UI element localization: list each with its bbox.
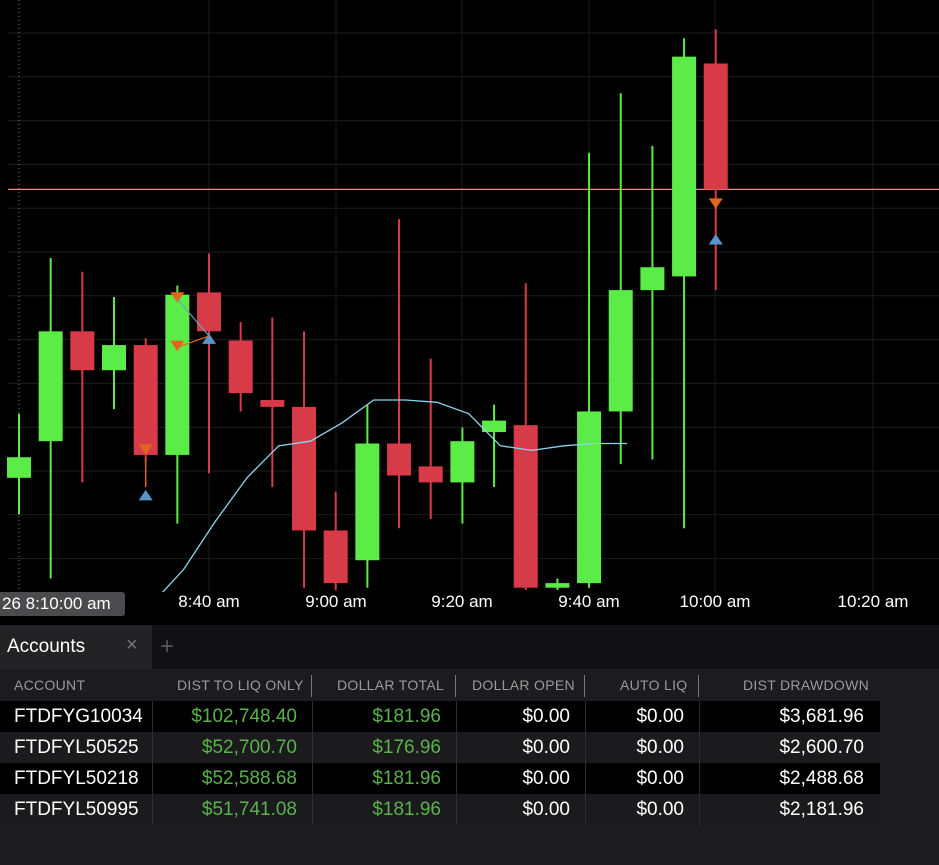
candle-up [577,411,602,584]
candle-up [102,345,127,371]
x-tick-label: 8:40 am [178,592,240,611]
dist-drawdown-value: $2,488.68 [779,768,864,789]
candle-up [355,443,380,561]
column-header-dollar-total[interactable]: DOLLAR TOTAL [337,669,444,701]
candle-up [38,331,63,442]
column-resize-handle[interactable] [311,675,312,697]
auto-liq-value: $0.00 [636,768,684,789]
candle-up [165,294,190,455]
candle-up [545,583,570,588]
candle-down [418,466,443,483]
accounts-table-header: ACCOUNT DIST TO LIQ ONLY DOLLAR TOTAL DO… [0,669,880,701]
account-row[interactable]: FTDFYL50525 $52,700.70 $176.96 $0.00 $0.… [0,732,880,763]
accounts-panel: Accounts × + ACCOUNT DIST TO LIQ ONLY DO… [0,625,939,865]
candle-down [387,443,412,476]
x-tick-label: 10:20 am [837,592,909,611]
candle-up [672,56,697,277]
column-header-account[interactable]: ACCOUNT [14,669,85,701]
panel-tab-bar: Accounts × + [0,625,939,669]
candle-up [450,441,475,483]
x-tick-label: 10:00 am [679,592,751,611]
dollar-total-value: $181.96 [372,799,441,820]
dist-drawdown-value: $3,681.96 [779,706,864,727]
dist-to-liq-value: $52,588.68 [201,768,297,789]
crosshair-time-label: 26 8:10:00 am [0,592,125,616]
column-header-dist-to-liq[interactable]: DIST TO LIQ ONLY [177,669,304,701]
column-header-dollar-open[interactable]: DOLLAR OPEN [472,669,575,701]
buy-marker-icon [202,333,217,344]
chart-plot-area[interactable] [0,0,939,592]
close-icon[interactable]: × [126,634,138,657]
candle-down [703,63,728,190]
candle-up [640,267,665,291]
dist-to-liq-value: $51,741.08 [201,799,297,820]
account-row[interactable]: FTDFYG10034 $102,748.40 $181.96 $0.00 $0… [0,701,880,732]
account-id: FTDFYL50995 [14,799,139,820]
buy-marker-icon [138,489,153,501]
account-row[interactable]: FTDFYL50218 $52,588.68 $181.96 $0.00 $0.… [0,763,880,794]
dollar-open-value: $0.00 [522,799,570,820]
dollar-open-value: $0.00 [522,768,570,789]
dollar-total-value: $181.96 [372,768,441,789]
auto-liq-value: $0.00 [636,799,684,820]
column-header-auto-liq[interactable]: AUTO LIQ [620,669,688,701]
candle-down [292,406,317,531]
add-tab-icon[interactable]: + [160,633,174,661]
auto-liq-value: $0.00 [636,706,684,727]
column-resize-handle[interactable] [584,675,585,697]
x-tick-label: 9:00 am [305,592,367,611]
dollar-open-value: $0.00 [522,737,570,758]
account-id: FTDFYL50525 [14,737,139,758]
x-tick-label: 9:20 am [431,592,493,611]
sell-marker-icon [708,198,723,209]
account-id: FTDFYG10034 [14,706,143,727]
dist-drawdown-value: $2,181.96 [779,799,864,820]
candle-up [7,457,31,478]
candle-down [133,345,158,455]
candle-down [260,400,285,407]
candle-down [70,331,95,371]
column-header-dist-drawdown[interactable]: DIST DRAWDOWN [743,669,869,701]
tab-accounts[interactable]: Accounts × [0,625,152,669]
dollar-open-value: $0.00 [522,706,570,727]
candlestick-chart[interactable]: 26 8:10:00 am 8:40 am 9:00 am 9:20 am 9:… [0,0,939,625]
auto-liq-value: $0.00 [636,737,684,758]
buy-marker-icon [708,233,723,245]
candle-up [608,290,633,412]
dist-drawdown-value: $2,600.70 [779,737,864,758]
account-id: FTDFYL50218 [14,768,139,789]
candle-down [228,340,253,394]
x-tick-label: 9:40 am [558,592,620,611]
moving-average-line [161,399,628,592]
candle-down [323,530,348,584]
dollar-total-value: $181.96 [372,706,441,727]
dist-to-liq-value: $102,748.40 [191,706,297,727]
tab-accounts-label: Accounts [7,636,86,657]
dist-to-liq-value: $52,700.70 [201,737,297,758]
dollar-total-value: $176.96 [372,737,441,758]
column-resize-handle[interactable] [698,675,699,697]
column-resize-handle[interactable] [455,675,456,697]
account-row[interactable]: FTDFYL50995 $51,741.08 $181.96 $0.00 $0.… [0,794,880,825]
